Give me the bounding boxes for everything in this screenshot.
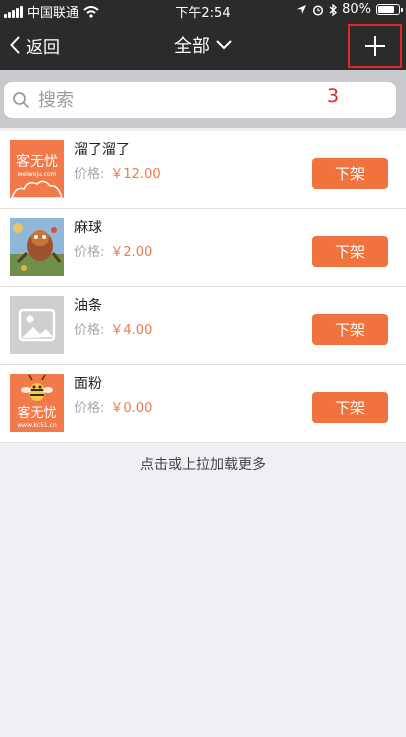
store-logo-thumbnail: 客无忧 weiwoju.com — [10, 140, 64, 198]
product-name: 溜了溜了 — [74, 142, 130, 158]
list-item[interactable]: 客无忧 weiwoju.com 溜了溜了 价格: ￥12.00 下架 — [0, 131, 406, 209]
battery-percent: 80% — [342, 2, 371, 17]
add-product-button[interactable] — [348, 24, 402, 68]
search-icon — [13, 92, 29, 108]
product-name: 油条 — [74, 298, 102, 314]
image-placeholder-icon — [10, 296, 64, 354]
status-right: 80% — [296, 2, 403, 17]
price-value: ￥4.00 — [110, 323, 153, 338]
status-bar: 中国联通 下午2:54 80% — [0, 0, 406, 21]
price-value: ￥2.00 — [110, 245, 153, 260]
navigation-bar: 返回 全部 — [0, 20, 406, 70]
price-label: 价格: — [74, 245, 105, 260]
chevron-left-icon — [10, 36, 20, 54]
bluetooth-icon — [329, 3, 338, 16]
delist-button[interactable]: 下架 — [312, 392, 388, 423]
list-item[interactable]: 客无忧 www.kc51.cn 面粉 价格: ￥0.00 下架 — [0, 365, 406, 443]
price-value: ￥12.00 — [110, 167, 161, 182]
logo-text: 客无忧 — [17, 405, 56, 421]
battery-fill — [378, 6, 394, 13]
logo-subtext: weiwoju.com — [17, 171, 56, 178]
list-item[interactable]: 麻球 价格: ￥2.00 下架 — [0, 209, 406, 287]
logo-text: 客无忧 — [16, 153, 58, 170]
annotation-label: 3 — [327, 85, 340, 107]
back-button[interactable]: 返回 — [10, 20, 60, 70]
search-bar-area — [0, 70, 406, 128]
back-label: 返回 — [26, 37, 60, 58]
plus-icon — [365, 36, 385, 56]
price-value: ￥0.00 — [110, 401, 153, 416]
page-title: 全部 — [174, 36, 210, 57]
delist-button[interactable]: 下架 — [312, 314, 388, 345]
price-label: 价格: — [74, 401, 105, 416]
product-price: 价格: ￥12.00 — [74, 163, 161, 182]
location-arrow-icon — [297, 5, 307, 14]
product-price: 价格: ￥4.00 — [74, 319, 152, 338]
alarm-icon — [313, 4, 324, 16]
product-name: 麻球 — [74, 220, 102, 236]
price-label: 价格: — [74, 323, 105, 338]
bee-logo-thumbnail: 客无忧 www.kc51.cn — [10, 374, 64, 432]
list-item[interactable]: 油条 价格: ￥4.00 下架 — [0, 287, 406, 365]
search-input[interactable] — [36, 88, 340, 112]
category-dropdown[interactable]: 全部 — [174, 32, 232, 58]
product-price: 价格: ￥2.00 — [74, 241, 152, 260]
battery-icon — [376, 4, 403, 15]
price-label: 价格: — [74, 167, 105, 182]
chevron-down-icon — [216, 40, 232, 50]
delist-button[interactable]: 下架 — [312, 236, 388, 267]
product-photo-thumbnail — [10, 218, 64, 276]
load-more-link[interactable]: 点击或上拉加载更多 — [0, 454, 406, 474]
product-price: 价格: ￥0.00 — [74, 397, 152, 416]
product-name: 面粉 — [74, 376, 102, 392]
logo-subtext: www.kc51.cn — [17, 422, 57, 429]
delist-button[interactable]: 下架 — [312, 158, 388, 189]
product-list: 客无忧 weiwoju.com 溜了溜了 价格: ￥12.00 下架 麻球 价格:… — [0, 131, 406, 443]
